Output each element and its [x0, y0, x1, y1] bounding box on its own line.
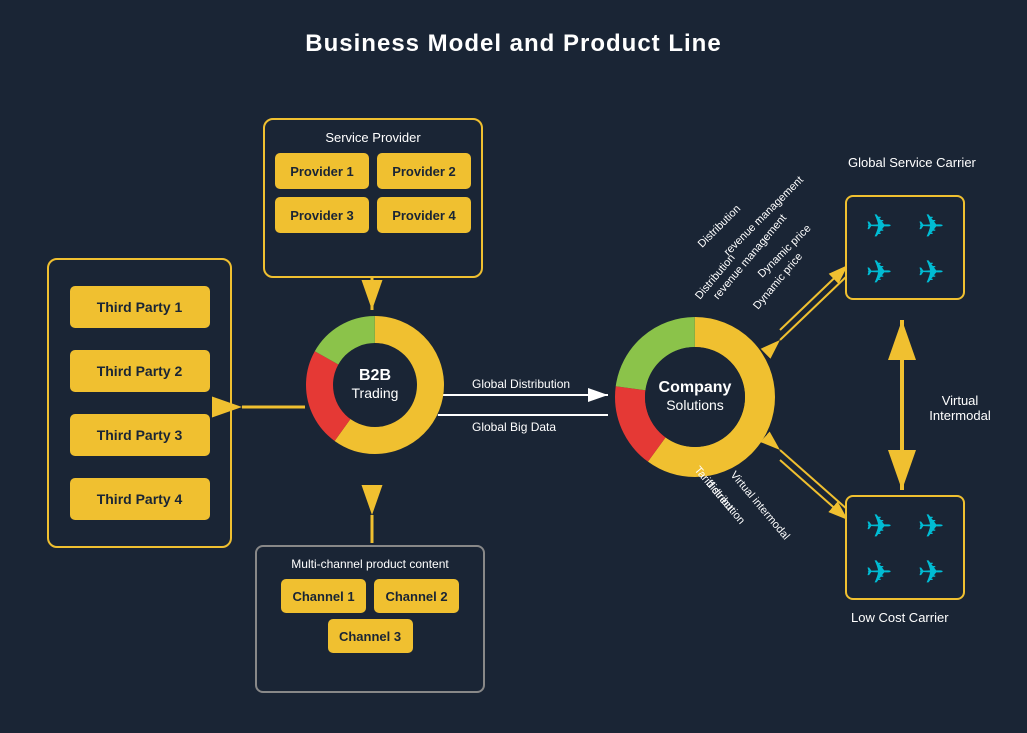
global-big-data-label: Global Big Data	[472, 420, 556, 434]
third-party-container: Third Party 1 Third Party 2 Third Party …	[47, 258, 232, 548]
plane-icon-8: ✈	[909, 553, 953, 591]
global-service-carrier-box: ✈ ✈ ✈ ✈	[845, 195, 965, 300]
third-party-1-button[interactable]: Third Party 1	[70, 286, 210, 328]
plane-icon-1: ✈	[857, 207, 901, 245]
plane-icon-2: ✈	[909, 207, 953, 245]
plane-icon-5: ✈	[857, 507, 901, 545]
provider-1-button[interactable]: Provider 1	[275, 153, 369, 189]
service-provider-title: Service Provider	[325, 130, 420, 145]
svg-text:Trading: Trading	[352, 385, 399, 401]
b2b-trading-donut: B2B Trading	[300, 310, 450, 465]
virtual-intermodal-label: Virtual Intermodal	[910, 393, 1010, 423]
low-cost-carrier-title: Low Cost Carrier	[851, 610, 949, 625]
plane-icon-4: ✈	[909, 253, 953, 291]
svg-text:Solutions: Solutions	[666, 397, 724, 413]
dynamic-price-label: Dynamic price	[756, 222, 814, 280]
global-service-carrier-title: Global Service Carrier	[848, 155, 976, 170]
channel-3-button[interactable]: Channel 3	[328, 619, 413, 653]
third-party-2-button[interactable]: Third Party 2	[70, 350, 210, 392]
page-title: Business Model and Product Line	[0, 0, 1027, 58]
plane-icon-3: ✈	[857, 253, 901, 291]
third-party-3-button[interactable]: Third Party 3	[70, 414, 210, 456]
provider-3-button[interactable]: Provider 3	[275, 197, 369, 233]
provider-2-button[interactable]: Provider 2	[377, 153, 471, 189]
third-party-4-button[interactable]: Third Party 4	[70, 478, 210, 520]
svg-text:Distribution: Distribution	[693, 252, 738, 302]
svg-text:Company: Company	[659, 379, 732, 396]
global-distribution-label: Global Distribution	[472, 377, 570, 391]
plane-icon-6: ✈	[909, 507, 953, 545]
svg-text:B2B: B2B	[359, 367, 391, 384]
provider-4-button[interactable]: Provider 4	[377, 197, 471, 233]
plane-icon-7: ✈	[857, 553, 901, 591]
multichannel-container: Multi-channel product content Channel 1 …	[255, 545, 485, 693]
channel-row-2: Channel 3	[328, 619, 413, 653]
multichannel-title: Multi-channel product content	[291, 557, 448, 571]
channel-row-1: Channel 1 Channel 2	[281, 579, 459, 613]
company-solutions-donut: Company Solutions	[608, 310, 783, 490]
service-provider-container: Service Provider Provider 1 Provider 2 P…	[263, 118, 483, 278]
low-cost-carrier-box: ✈ ✈ ✈ ✈	[845, 495, 965, 600]
channel-2-button[interactable]: Channel 2	[374, 579, 459, 613]
channel-1-button[interactable]: Channel 1	[281, 579, 366, 613]
service-provider-grid: Provider 1 Provider 2 Provider 3 Provide…	[275, 153, 471, 233]
